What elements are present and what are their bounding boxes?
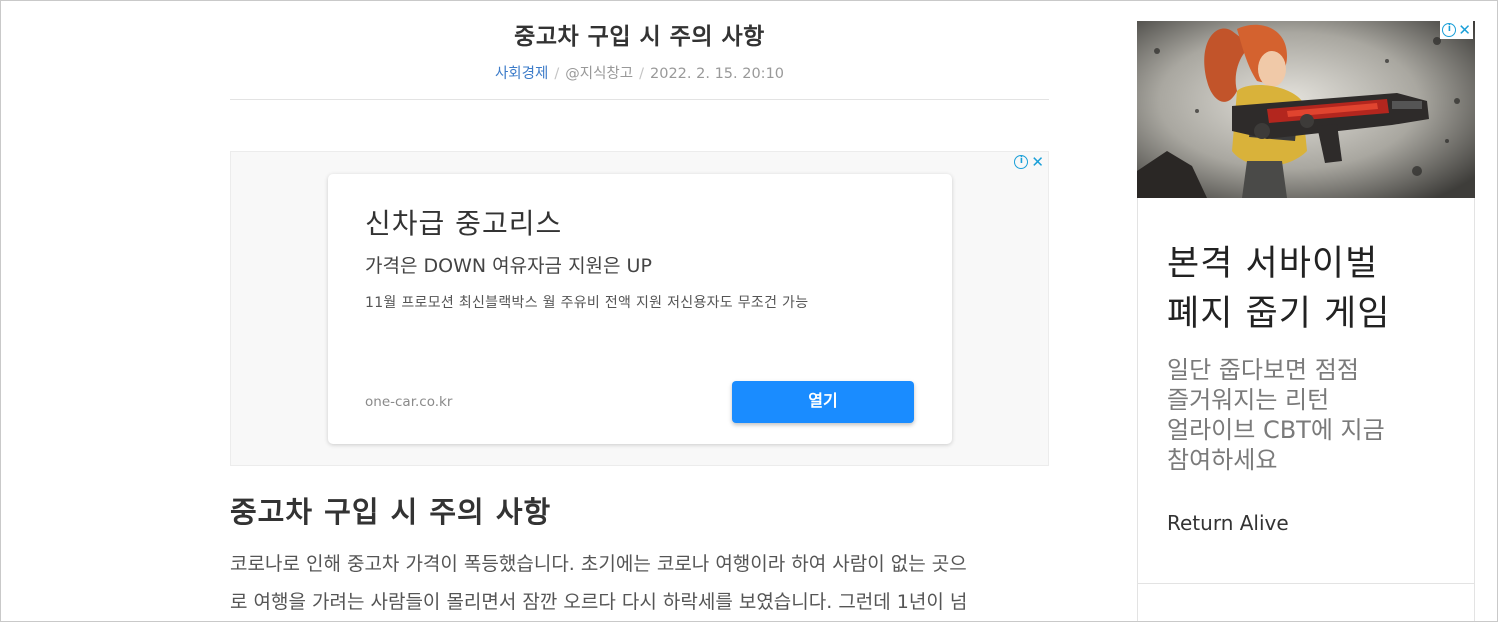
ad-badges: i ✕ [1014,154,1044,170]
meta-separator: / [554,66,560,82]
sidebar-ad-desc-line: 즐거워지는 리턴 [1167,386,1330,414]
ad-subhead: 가격은 DOWN 여유자금 지원은 UP [365,255,652,277]
info-icon[interactable]: i [1442,23,1457,37]
info-icon[interactable]: i [1014,155,1029,169]
post-date: 2022. 2. 15. 20:10 [650,66,785,82]
ad-card[interactable]: 신차급 중고리스 가격은 DOWN 여유자금 지원은 UP 11월 프로모션 최… [328,174,952,444]
category-link[interactable]: 사회경제 [495,66,548,82]
game-character-image[interactable] [1137,21,1475,198]
page-frame: 중고차 구입 시 주의 사항 사회경제 / @지식창고 / 2022. 2. 15. 2… [0,0,1498,622]
ad-image-art [1137,21,1475,198]
section-heading: 중고차 구입 시 주의 사항 [230,495,552,529]
sidebar-ad[interactable]: i ✕ 본격 서바이벌 폐지 줍기 게임 일단 줍다보면 점점 즐거워지는 리턴… [1137,21,1475,621]
inline-ad[interactable]: i ✕ 신차급 중고리스 가격은 DOWN 여유자금 지원은 UP 11월 프로… [230,151,1049,466]
sidebar-ad-title: 본격 서바이벌 폐지 줍기 게임 [1167,239,1467,339]
post-meta: 사회경제 / @지식창고 / 2022. 2. 15. 20:10 [230,62,1049,83]
sidebar-ad-desc-line: 일단 줍다보면 점점 [1167,356,1359,384]
paragraph-line: 코로나로 인해 중고차 가격이 폭등했습니다. 초기에는 코로나 여행이라 하여… [230,553,967,575]
paragraph-line: 로 여행을 가려는 사람들이 몰리면서 잠깐 오르다 다시 하락세를 보였습니다… [230,591,968,613]
sidebar-ad-brand[interactable]: Return Alive [1167,511,1289,535]
sidebar-ad-desc-line: 참여하세요 [1167,446,1278,474]
sidebar-ad-description: 일단 줍다보면 점점 즐거워지는 리턴 얼라이브 CBT에 지금 참여하세요 [1167,355,1467,475]
sidebar-ad-title-line: 폐지 줍기 게임 [1167,294,1391,334]
close-icon[interactable]: ✕ [1031,154,1044,170]
ad-description: 11월 프로모션 최신블랙박스 월 주유비 전액 지원 저신용자도 무조건 가능 [365,295,809,311]
close-icon[interactable]: ✕ [1458,22,1471,38]
meta-separator: / [639,66,644,82]
ad-headline: 신차급 중고리스 [365,207,563,240]
sidebar-ad-desc-line: 얼라이브 CBT에 지금 [1167,416,1385,444]
sidebar-ad-title-line: 본격 서바이벌 [1167,244,1379,284]
ad-domain: one-car.co.kr [365,394,453,410]
article-header: 중고차 구입 시 주의 사항 사회경제 / @지식창고 / 2022. 2. 15. 2… [230,1,1049,100]
article-paragraph: 코로나로 인해 중고차 가격이 폭등했습니다. 초기에는 코로나 여행이라 하여… [230,545,1060,621]
author-name: @지식창고 [565,66,634,82]
sidebar-ad-badges: i ✕ [1440,21,1473,39]
ad-open-button[interactable]: 열기 [732,381,914,423]
divider [1138,583,1474,584]
post-title: 중고차 구입 시 주의 사항 [514,24,765,50]
